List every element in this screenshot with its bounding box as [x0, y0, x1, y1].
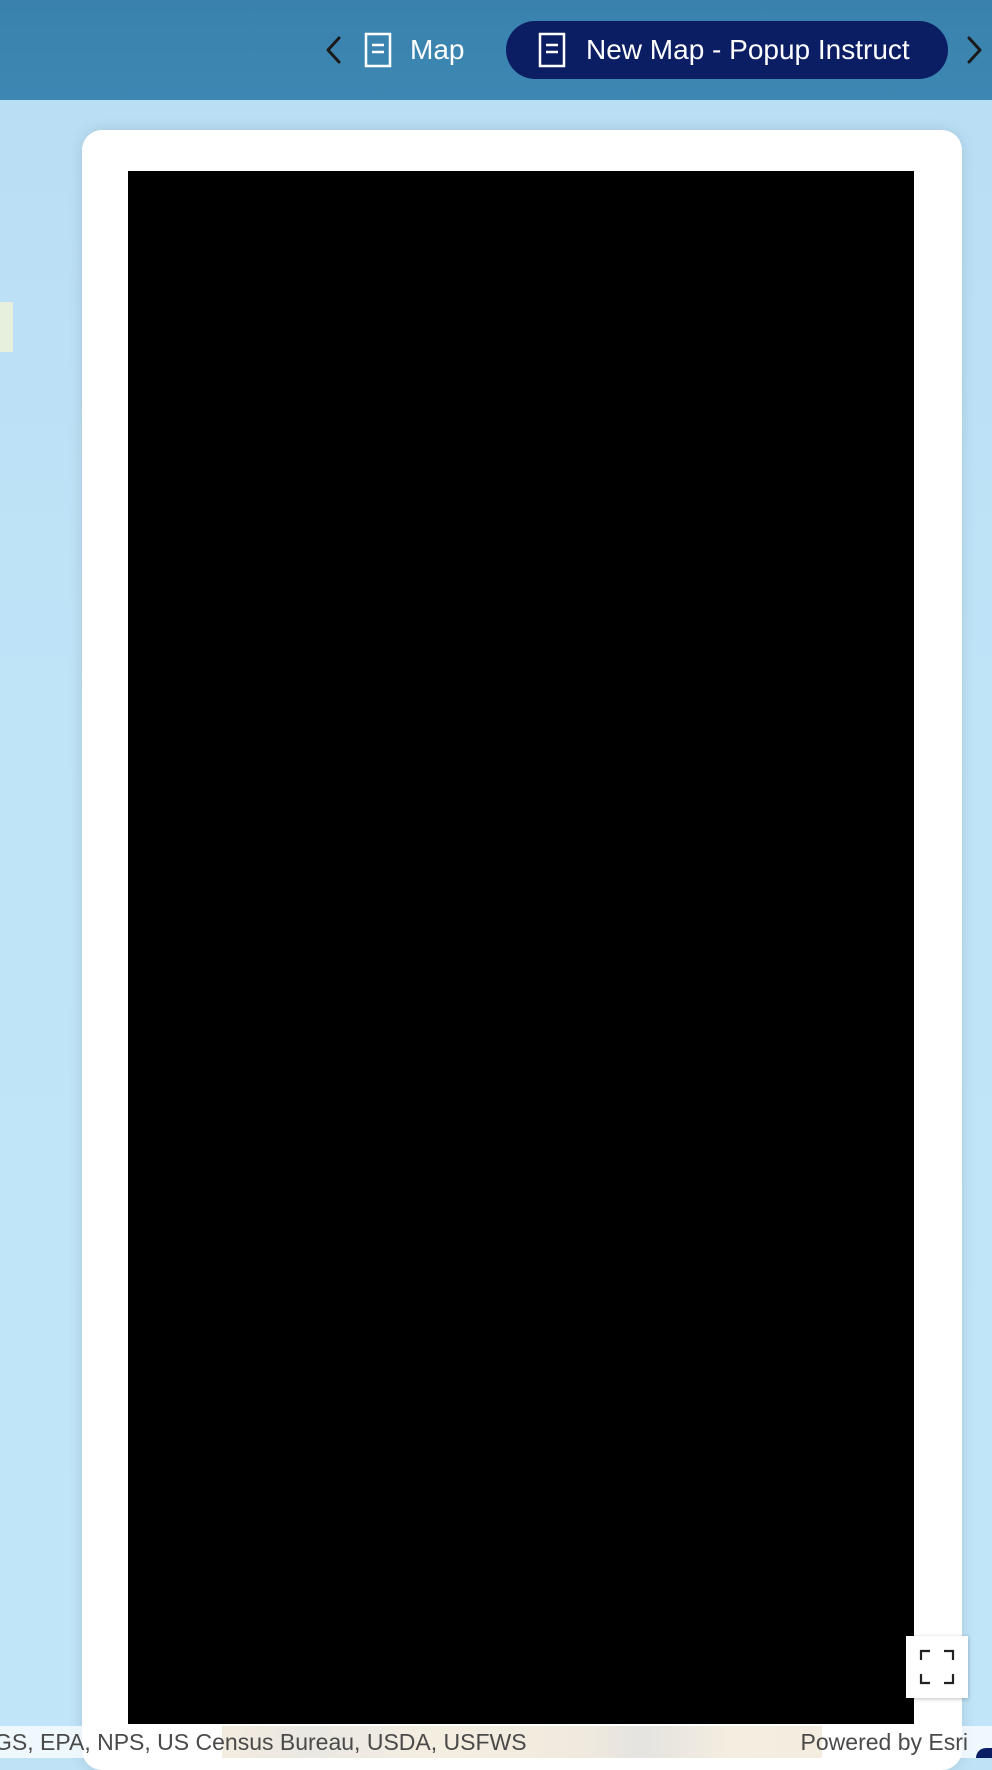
attribution-sources[interactable]: GS, EPA, NPS, US Census Bureau, USDA, US… [0, 1726, 527, 1758]
powered-by-esri-link[interactable]: Powered by Esri [801, 1726, 968, 1758]
corner-decoration [976, 1748, 992, 1758]
document-icon [364, 32, 392, 68]
tab-map[interactable]: Map [356, 22, 472, 78]
fullscreen-icon [919, 1649, 955, 1685]
previous-button[interactable] [318, 30, 350, 70]
fullscreen-button[interactable] [906, 1636, 968, 1698]
chevron-left-icon [326, 36, 341, 64]
media-viewer[interactable] [128, 171, 914, 1724]
map-land-area [0, 302, 13, 352]
tab-new-map-popup-label: New Map - Popup Instruct [586, 34, 910, 65]
document-icon [538, 32, 566, 68]
chevron-right-icon [967, 36, 982, 64]
next-button[interactable] [958, 30, 990, 70]
story-header: Map New Map - Popup Instruct [0, 0, 992, 100]
tab-map-label: Map [410, 34, 465, 65]
tab-new-map-popup[interactable]: New Map - Popup Instruct [506, 21, 948, 79]
map-attribution: GS, EPA, NPS, US Census Bureau, USDA, US… [0, 1726, 992, 1758]
